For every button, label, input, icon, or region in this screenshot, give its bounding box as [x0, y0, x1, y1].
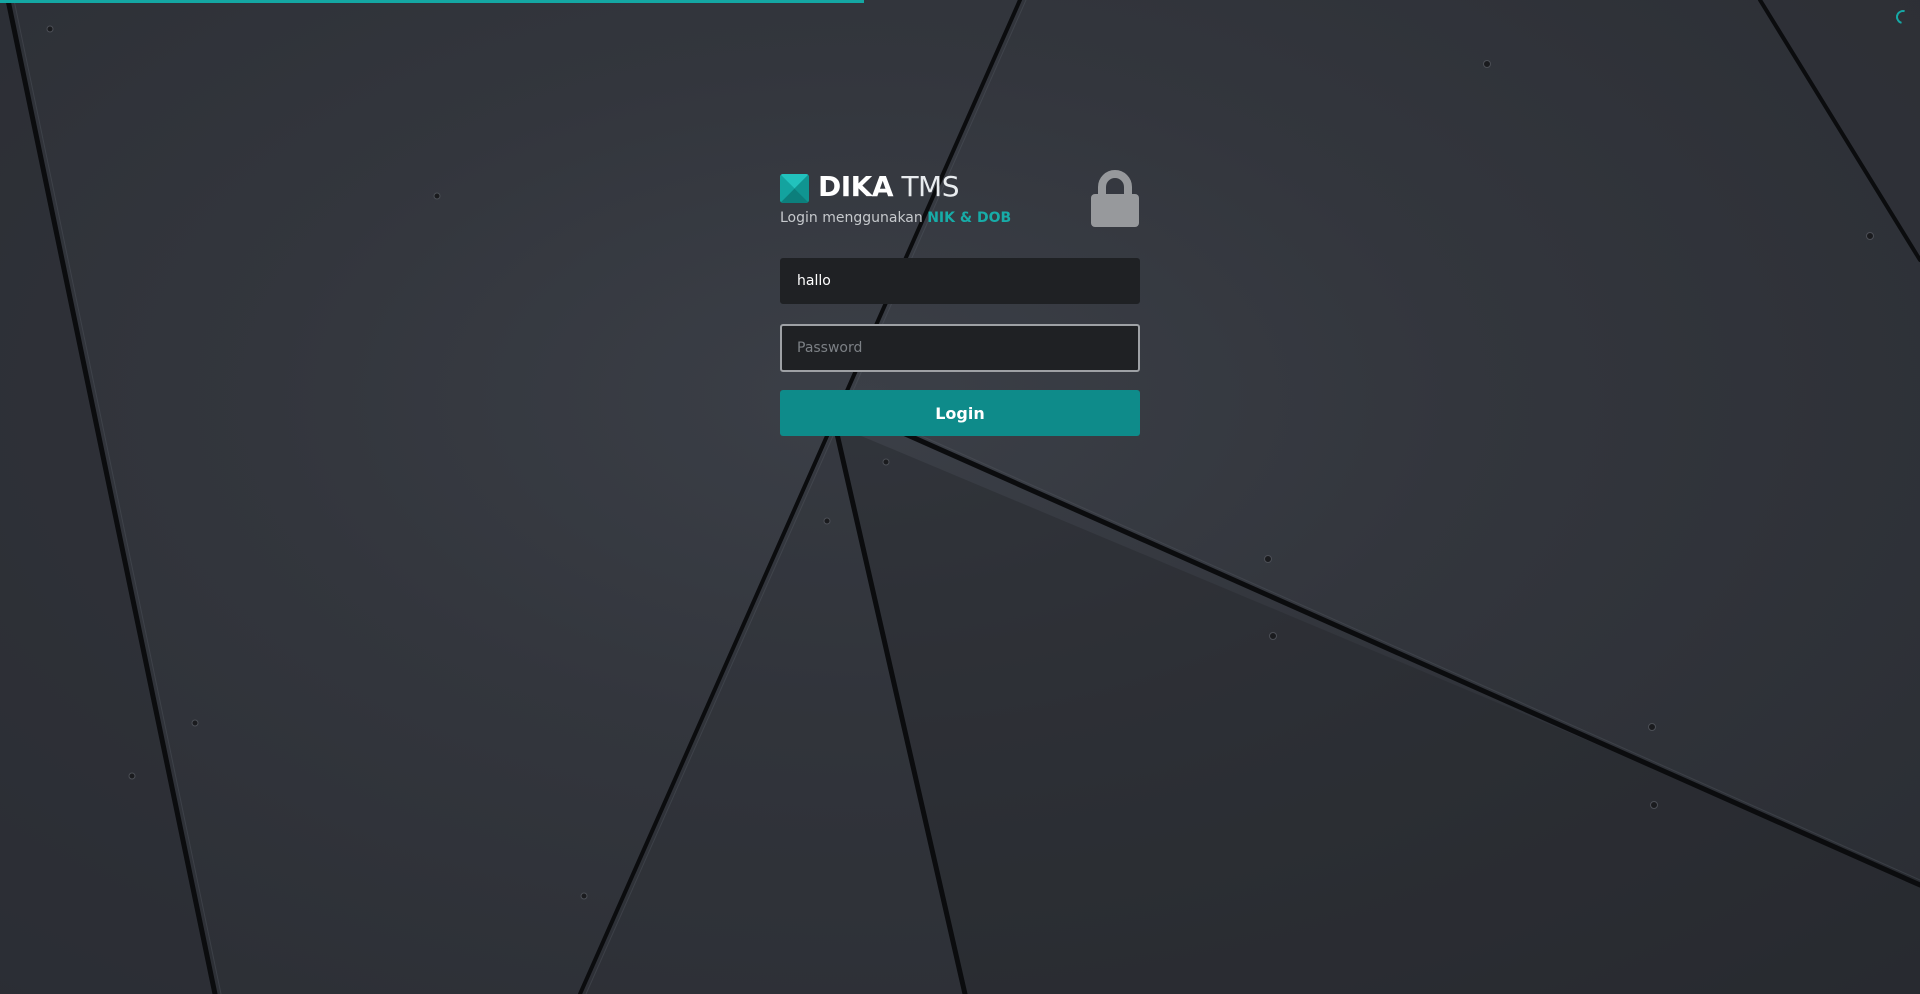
subtitle-highlight: NIK & DOB: [927, 210, 1012, 226]
username-input[interactable]: [780, 258, 1140, 304]
lock-icon: [1091, 170, 1139, 227]
brand-logo-icon: [780, 174, 809, 203]
login-header: DIKA TMS Login menggunakan NIK & DOB: [780, 168, 1140, 258]
app-title-strong: DIKA: [818, 170, 894, 203]
password-input[interactable]: [780, 324, 1140, 372]
login-subtitle: Login menggunakan NIK & DOB: [780, 210, 1011, 226]
login-panel: DIKA TMS Login menggunakan NIK & DOB Log…: [780, 168, 1140, 436]
subtitle-text: Login menggunakan: [780, 210, 923, 226]
app-title-light: TMS: [901, 170, 959, 203]
page-load-progress-bar: [0, 0, 864, 3]
background-pattern: [0, 0, 1920, 994]
login-button[interactable]: Login: [780, 390, 1140, 436]
app-title: DIKA TMS: [818, 170, 959, 203]
